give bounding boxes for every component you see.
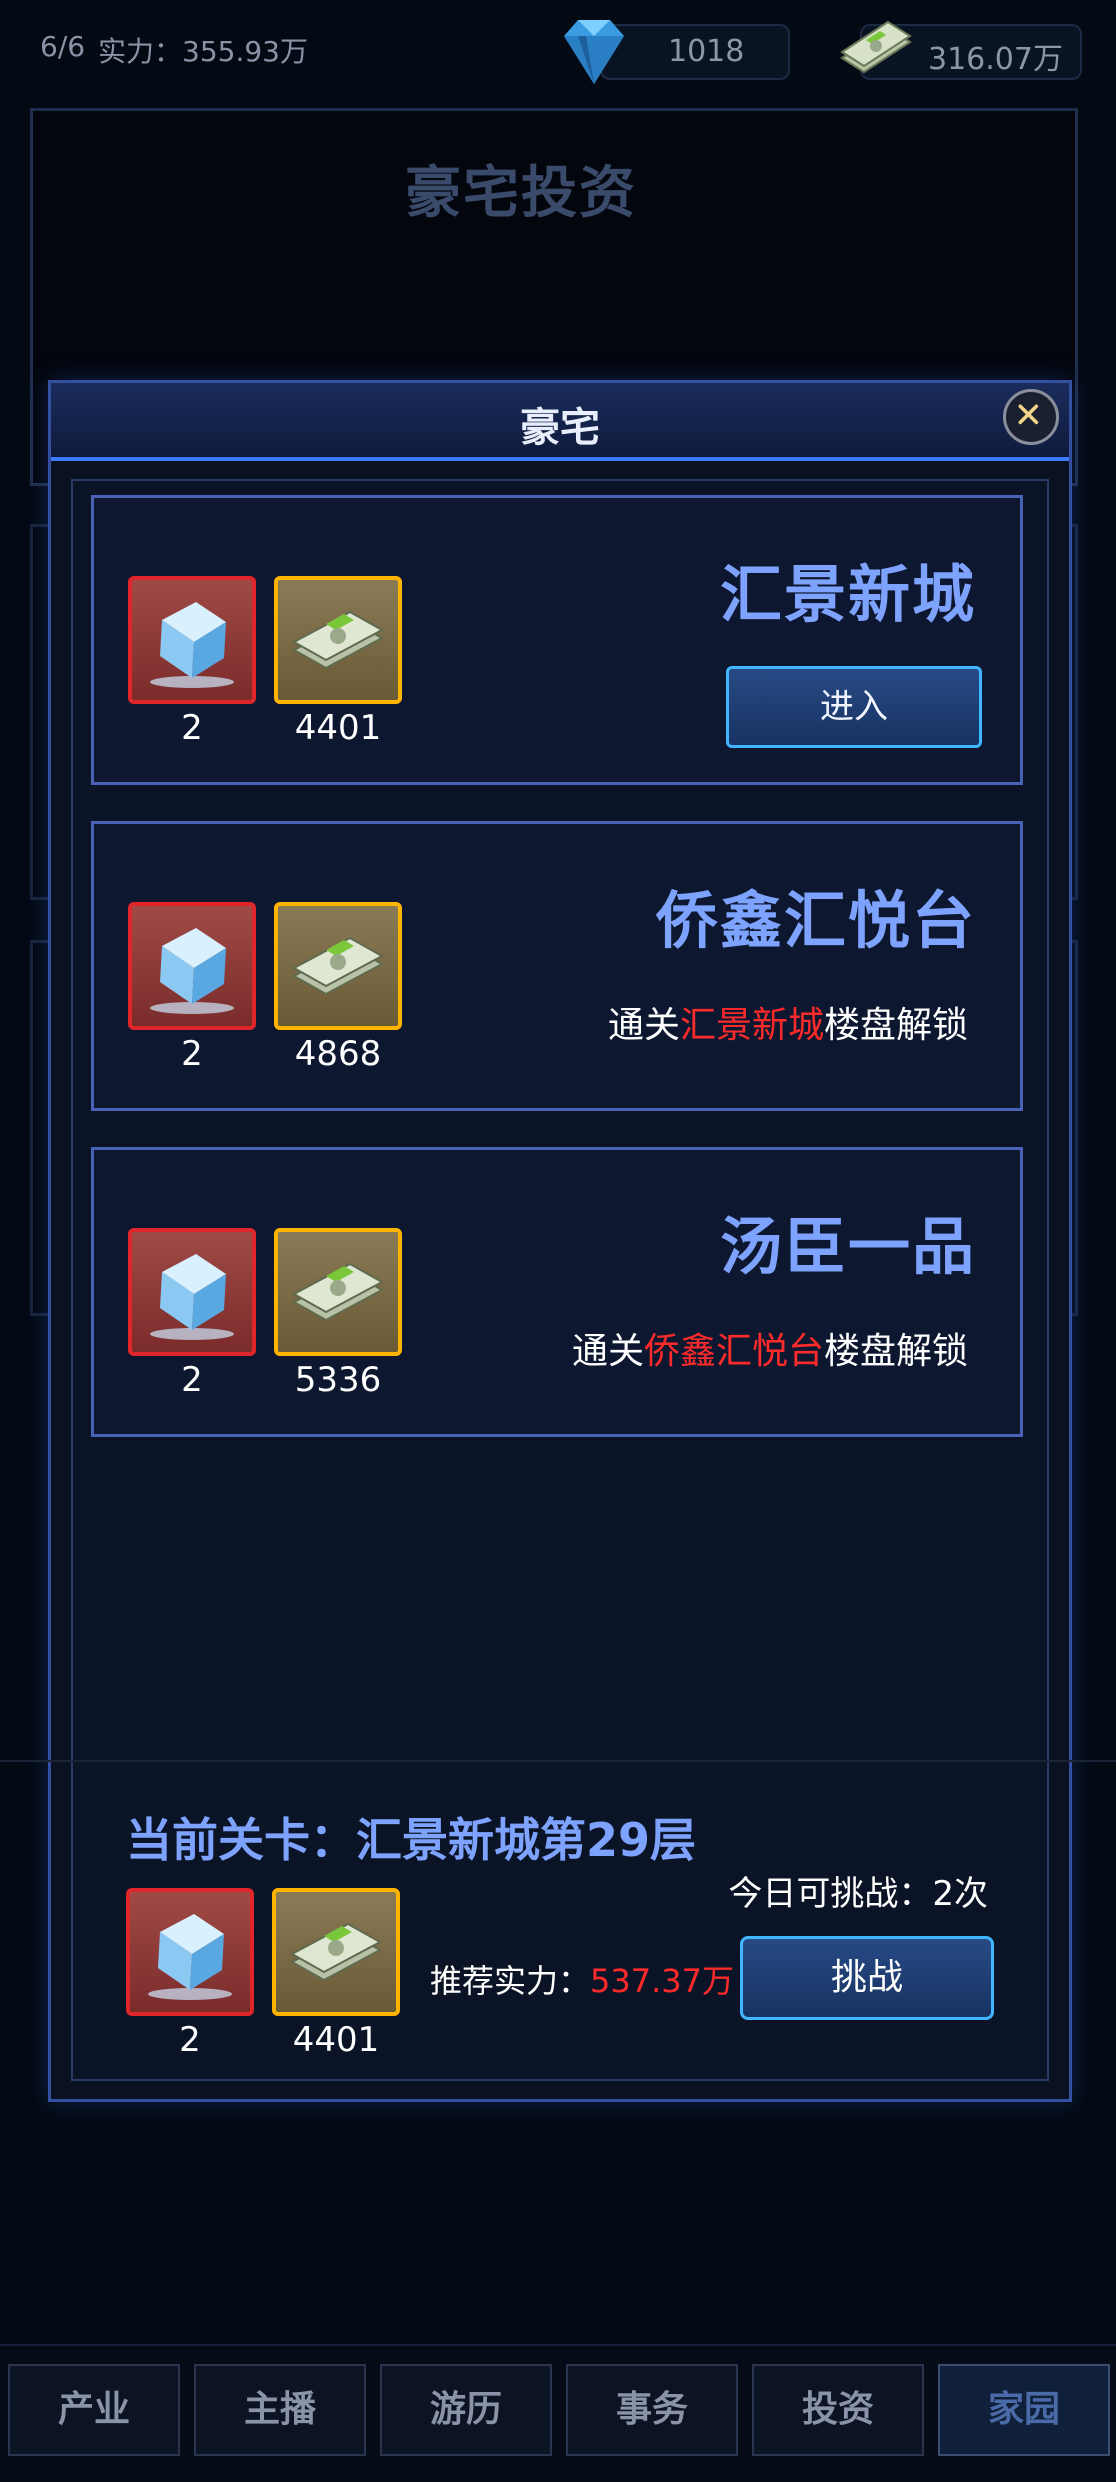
reward-cash-count: 4868 bbox=[294, 1034, 382, 1074]
nav-tab-investment[interactable]: 投资 bbox=[752, 2364, 924, 2456]
unlock-prefix: 通关 bbox=[607, 1005, 680, 1046]
reward-cash-count: 5336 bbox=[294, 1360, 382, 1400]
dialog-title: 豪宅 bbox=[520, 405, 600, 451]
reward-slot-ice[interactable] bbox=[128, 1228, 256, 1356]
cash-icon bbox=[289, 1922, 383, 1982]
level-indicator: 6/6 bbox=[40, 30, 86, 63]
building-card: 2 4401 汇景新城 进入 bbox=[91, 495, 1023, 785]
reward-cash-count: 4401 bbox=[294, 708, 382, 748]
current-stage-title: 当前关卡：汇景新城第29层 bbox=[126, 1813, 697, 1867]
unlock-target: 汇景新城 bbox=[679, 1005, 824, 1046]
unlock-condition: 通关汇景新城楼盘解锁 bbox=[608, 996, 968, 1048]
building-name: 汤臣一品 bbox=[719, 1210, 976, 1283]
reward-ice-count: 2 bbox=[181, 1360, 203, 1400]
reward-ice-count: 2 bbox=[181, 708, 203, 748]
ice-cube-icon bbox=[148, 1914, 232, 2000]
nav-tab-industry[interactable]: 产业 bbox=[8, 2364, 180, 2456]
building-card: 2 4868 侨鑫汇悦台 通关汇景新城楼盘解锁 bbox=[91, 821, 1023, 1111]
daily-challenges: 今日可挑战：2次 bbox=[728, 1874, 988, 1914]
ice-cube-icon bbox=[150, 1254, 234, 1340]
unlock-suffix: 楼盘解锁 bbox=[823, 1331, 968, 1372]
background-page-title: 豪宅投资 bbox=[405, 161, 637, 226]
enter-button[interactable]: 进入 bbox=[726, 666, 982, 748]
reward-ice-count: 2 bbox=[181, 1034, 203, 1074]
top-status-bar: 6/6 实力：355.93万 1018 316.07万 bbox=[0, 0, 1116, 100]
nav-tab-label: 产业 bbox=[57, 2389, 130, 2430]
ice-cube-icon bbox=[150, 928, 234, 1014]
cash-value: 316.07万 bbox=[928, 42, 1063, 77]
building-card: 2 5336 汤臣一品 通关侨鑫汇悦台楼盘解锁 bbox=[91, 1147, 1023, 1437]
nav-tab-affairs[interactable]: 事务 bbox=[566, 2364, 738, 2456]
nav-tab-label: 事务 bbox=[615, 2389, 688, 2430]
challenge-button-label: 挑战 bbox=[830, 1957, 903, 1998]
nav-tab-label: 主播 bbox=[243, 2389, 316, 2430]
challenge-button[interactable]: 挑战 bbox=[740, 1936, 994, 2020]
recommended-power-label: 推荐实力： bbox=[430, 1962, 591, 2000]
stage-divider bbox=[0, 1760, 1116, 1762]
reward-slot-ice[interactable] bbox=[128, 902, 256, 1030]
cash-icon bbox=[291, 936, 385, 996]
nav-tab-label: 家园 bbox=[987, 2389, 1060, 2430]
stage-reward-slot-cash[interactable] bbox=[272, 1888, 400, 2016]
enter-button-label: 进入 bbox=[820, 687, 888, 727]
cash-icon bbox=[291, 1262, 385, 1322]
unlock-target: 侨鑫汇悦台 bbox=[643, 1331, 824, 1372]
stage-reward-slot-ice[interactable] bbox=[126, 1888, 254, 2016]
cash-icon bbox=[291, 610, 385, 670]
unlock-prefix: 通关 bbox=[571, 1331, 644, 1372]
building-name: 侨鑫汇悦台 bbox=[655, 884, 976, 957]
nav-tab-home[interactable]: 家园 bbox=[938, 2364, 1110, 2456]
ice-cube-icon bbox=[150, 602, 234, 688]
reward-slot-cash[interactable] bbox=[274, 576, 402, 704]
building-name: 汇景新城 bbox=[719, 558, 976, 631]
close-icon bbox=[1018, 404, 1039, 425]
unlock-suffix: 楼盘解锁 bbox=[823, 1005, 968, 1046]
nav-tab-label: 游历 bbox=[429, 2389, 502, 2430]
close-button[interactable] bbox=[1003, 389, 1059, 445]
stage-reward-cash-count: 4401 bbox=[292, 2020, 380, 2060]
reward-slot-cash[interactable] bbox=[274, 1228, 402, 1356]
diamond-icon bbox=[564, 20, 624, 84]
stage-reward-ice-count: 2 bbox=[179, 2020, 201, 2060]
recommended-power-value: 537.37万 bbox=[590, 1962, 734, 2000]
dialog-header: 豪宅 bbox=[51, 383, 1069, 461]
cash-icon bbox=[840, 20, 912, 74]
reward-slot-cash[interactable] bbox=[274, 902, 402, 1030]
reward-slot-ice[interactable] bbox=[128, 576, 256, 704]
nav-tab-label: 投资 bbox=[801, 2389, 874, 2430]
nav-tab-travel[interactable]: 游历 bbox=[380, 2364, 552, 2456]
diamond-value: 1018 bbox=[668, 34, 745, 69]
power-indicator: 实力：355.93万 bbox=[98, 35, 308, 68]
unlock-condition: 通关侨鑫汇悦台楼盘解锁 bbox=[572, 1322, 968, 1374]
nav-tab-streamer[interactable]: 主播 bbox=[194, 2364, 366, 2456]
